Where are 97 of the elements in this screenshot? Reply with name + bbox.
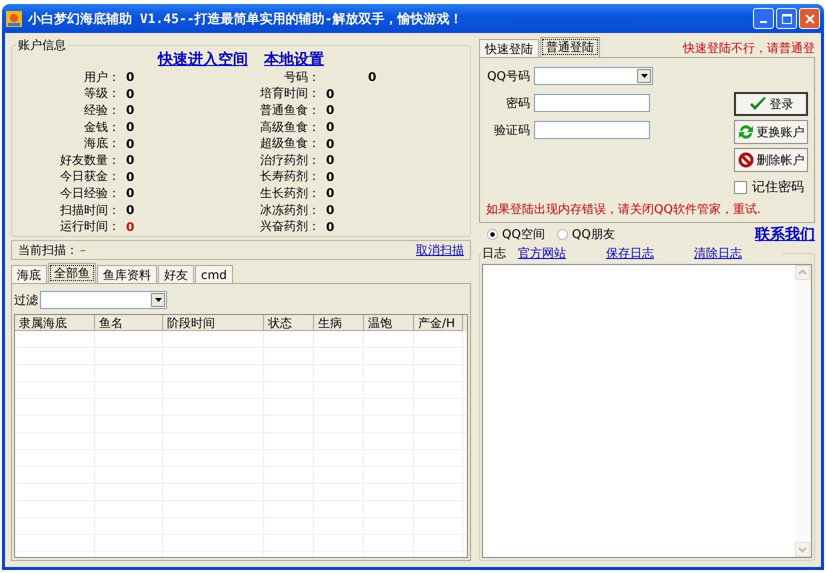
caret-icon <box>640 74 648 78</box>
checkmark-icon <box>748 96 766 112</box>
notice-text: 快速登陆不行，请普通登 <box>683 40 815 57</box>
stat-value: 0 <box>326 136 334 151</box>
stat-value: 0 <box>326 86 334 101</box>
stat-value: 0 <box>126 120 134 134</box>
maximize-icon <box>782 14 792 24</box>
scan-label: 当前扫描： <box>18 242 78 258</box>
minimize-button[interactable] <box>753 8 774 29</box>
column-header[interactable]: 鱼名 <box>95 315 163 331</box>
contact-link[interactable]: 联系我们 <box>755 224 815 244</box>
stat-value: 0 <box>326 103 334 118</box>
stat-value: 0 <box>326 203 334 218</box>
stat-label: 用户： <box>83 68 120 86</box>
field-label: QQ号码 <box>486 68 530 84</box>
stat-value: 0 <box>326 153 334 168</box>
stat-label: 培育时间： <box>259 85 320 102</box>
stat-value: 0 <box>126 186 134 200</box>
stat-value: 0 <box>126 170 134 184</box>
radio-label: QQ空间 <box>502 226 545 242</box>
close-button[interactable] <box>799 8 820 29</box>
stat-value: 0 <box>126 86 134 101</box>
tab[interactable]: 鱼库资料 <box>97 265 157 283</box>
stat-label: 海底： <box>83 135 120 152</box>
radio-button[interactable] <box>487 228 498 240</box>
stat-value: 0 <box>326 220 334 234</box>
input-field[interactable] <box>534 94 650 112</box>
cancel-scan-link[interactable]: 取消扫描 <box>416 242 464 258</box>
remember-checkbox[interactable] <box>734 180 747 194</box>
radio-label: QQ朋友 <box>572 226 615 242</box>
log-link[interactable]: 清除日志 <box>694 245 742 262</box>
radio-button[interactable] <box>556 228 568 240</box>
group-title: 日志 <box>482 245 506 262</box>
stat-label: 金钱： <box>83 118 120 136</box>
stat-label: 等级： <box>83 85 120 102</box>
stat-value: 0 <box>126 136 134 151</box>
stat-label: 好友数量： <box>59 152 120 169</box>
stat-value: 0 <box>126 70 134 84</box>
stat-label: 扫描时间： <box>59 202 120 219</box>
stat-value: 0 <box>326 120 334 134</box>
stat-value: 0 <box>126 153 134 168</box>
qq-number-dropdown[interactable] <box>534 67 653 85</box>
maximize-button[interactable] <box>776 8 797 29</box>
stat-value: 0 <box>126 203 134 218</box>
stat-label: 普通鱼食： <box>259 102 320 119</box>
column-header[interactable]: 产金/H <box>414 315 463 331</box>
stat-label: 今日经验： <box>59 184 120 202</box>
stat-label: 长寿药剂： <box>259 168 320 186</box>
stat-label: 经验： <box>83 102 120 119</box>
column-header[interactable]: 状态 <box>264 315 314 331</box>
log-link[interactable]: 保存日志 <box>606 245 654 262</box>
stat-label: 号码： <box>283 68 320 86</box>
minimize-icon <box>760 21 767 23</box>
tab[interactable]: 海底 <box>11 265 47 283</box>
action-button[interactable]: 登录 <box>734 92 808 116</box>
column-header[interactable]: 温饱 <box>364 315 414 331</box>
stat-value: 0 <box>126 220 134 234</box>
link[interactable]: 本地设置 <box>264 50 324 69</box>
column-header[interactable]: 隶属海底 <box>15 315 95 331</box>
stat-value: 0 <box>326 186 334 200</box>
tab[interactable]: 好友 <box>158 265 194 283</box>
caret-icon <box>154 298 162 302</box>
tab[interactable]: 全部鱼 <box>48 263 96 283</box>
stat-label: 高级鱼食： <box>259 118 320 136</box>
refresh-icon <box>738 124 754 140</box>
stat-value: 0 <box>126 103 134 118</box>
error-note: 如果登陆出现内存错误，请关闭QQ软件管家，重试. <box>486 201 762 218</box>
field-label: 密码 <box>505 94 530 112</box>
window-title: 小白梦幻海底辅助 V1.45--打造最简单实用的辅助-解放双手，愉快游戏！ <box>28 10 462 28</box>
stat-value: 0 <box>368 70 376 84</box>
stat-label: 今日获金： <box>59 168 120 186</box>
filter-label: 过滤 <box>14 292 38 308</box>
tab[interactable]: 普通登陆 <box>540 37 600 57</box>
column-header[interactable]: 阶段时间 <box>163 315 264 331</box>
stat-label: 治疗药剂： <box>259 152 320 169</box>
filter-dropdown[interactable] <box>40 291 167 309</box>
prohibited-icon <box>738 152 754 168</box>
stat-label: 兴奋药剂： <box>259 218 320 236</box>
stat-label: 冰冻药剂： <box>259 202 320 219</box>
field-label: 验证码 <box>493 122 530 138</box>
tab[interactable]: cmd <box>195 265 233 283</box>
stat-label: 超级鱼食： <box>259 135 320 152</box>
action-button[interactable]: 更换账户 <box>734 120 808 144</box>
checkbox-label: 记住密码 <box>752 179 804 196</box>
stat-label: 运行时间： <box>59 218 120 236</box>
stat-value: 0 <box>326 170 334 184</box>
column-header[interactable]: 生病 <box>314 315 364 331</box>
stat-label: 生长药剂： <box>259 184 320 202</box>
link[interactable]: 快速进入空间 <box>158 50 248 69</box>
app-icon <box>6 10 22 26</box>
tab[interactable]: 快速登陆 <box>479 39 539 57</box>
close-icon <box>804 14 814 24</box>
action-button[interactable]: 删除帐户 <box>734 148 808 172</box>
scan-value: – <box>80 243 86 257</box>
input-field[interactable] <box>534 121 650 139</box>
group-title: 账户信息 <box>17 37 67 54</box>
log-link[interactable]: 官方网站 <box>518 245 566 262</box>
